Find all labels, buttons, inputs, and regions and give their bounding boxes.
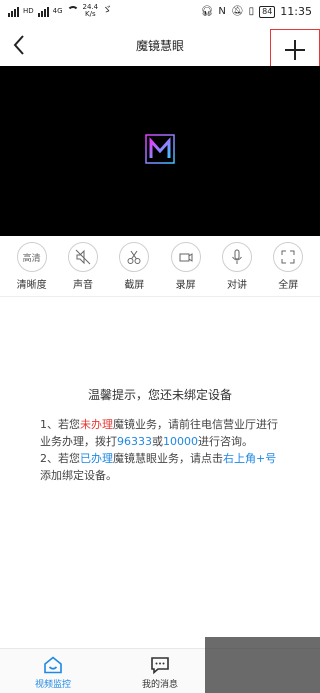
tab-my-messages-label: 我的消息: [141, 680, 178, 690]
nfc-icon: N: [218, 5, 226, 17]
tab-video-monitor-label: 视频监控: [34, 680, 71, 690]
notice-text: 进行咨询。: [198, 435, 253, 448]
status-left: HD 4G 24.4 K/s ゞ: [8, 4, 112, 18]
headphones-icon: 🎧︎: [200, 5, 214, 17]
home-icon: [44, 656, 62, 674]
sound-label: 声音: [72, 280, 93, 291]
vibrate-icon: ▯: [248, 5, 255, 17]
clarity-icon-text: 高清: [22, 253, 41, 264]
app-logo-icon: [145, 134, 175, 164]
clarity-icon: 高清: [16, 242, 47, 272]
intercom-control[interactable]: 对讲: [211, 242, 262, 292]
top-right-plus-hint: 右上角+号: [223, 452, 277, 465]
microphone-icon: [221, 242, 252, 272]
signal-icon-2: [37, 5, 49, 17]
player-controls: 高清 清晰度 声音 截屏 录屏 对讲 全屏: [0, 242, 320, 292]
camera-icon: [170, 242, 201, 272]
app-notification-icon: ゞ: [102, 5, 113, 16]
sound-control[interactable]: 声音: [57, 242, 108, 292]
wifi-icon: [66, 6, 79, 16]
fullscreen-control[interactable]: 全屏: [263, 242, 314, 292]
fullscreen-icon: [273, 242, 304, 272]
notice-text: 或: [152, 435, 163, 448]
video-player[interactable]: [0, 66, 320, 236]
notice-title: 温馨提示，您还未绑定设备: [87, 388, 232, 402]
status-right: 🎧︎ N 🔕︎ ▯ 84 11:35: [201, 5, 312, 18]
speed-unit: K/s: [85, 10, 96, 18]
status-bar: HD 4G 24.4 K/s ゞ 🎧︎ N 🔕︎ ▯ 84 11:35: [0, 0, 320, 24]
notice-text: 2、若您: [40, 452, 80, 465]
network-label-2: 4G: [52, 7, 63, 15]
hotline-96333-link[interactable]: 96333: [117, 435, 152, 448]
screenshot-label: 截屏: [124, 280, 145, 291]
mute-icon: 🔕︎: [230, 5, 244, 17]
fullscreen-label: 全屏: [278, 280, 299, 291]
clarity-label: 清晰度: [16, 280, 47, 291]
plus-icon: [285, 40, 305, 60]
hotline-10000-link[interactable]: 10000: [163, 435, 198, 448]
notice-paragraph-1: 1、若您未办理魔镜业务，请前往电信营业厅进行业务办理，拨打96333或10000…: [40, 416, 282, 450]
message-icon: [151, 657, 169, 674]
not-handled-highlight: 未办理: [80, 418, 113, 431]
notice-text: 添加绑定设备。: [40, 469, 117, 482]
notice-text: 1、若您: [40, 418, 80, 431]
notice-body: 1、若您未办理魔镜业务，请前往电信营业厅进行业务办理，拨打96333或10000…: [40, 416, 282, 484]
section-divider: [0, 296, 320, 297]
speaker-muted-icon: [67, 242, 98, 272]
add-device-button[interactable]: [270, 29, 320, 71]
record-control[interactable]: 录屏: [160, 242, 211, 292]
tab-video-monitor[interactable]: 视频监控: [23, 656, 83, 690]
battery-icon: 84: [259, 5, 276, 18]
tab-my-messages[interactable]: 我的消息: [130, 656, 190, 690]
record-label: 录屏: [175, 280, 196, 291]
notice-paragraph-2: 2、若您已办理魔镜慧眼业务，请点击右上角+号添加绑定设备。: [40, 450, 282, 484]
network-label-1: HD: [23, 7, 34, 15]
signal-icon: [8, 5, 19, 17]
network-speed: 24.4 K/s: [83, 4, 99, 18]
scissors-icon: [119, 242, 150, 272]
handled-highlight: 已办理: [80, 452, 113, 465]
intercom-label: 对讲: [226, 280, 247, 291]
notice-text: 魔镜慧眼业务，请点击: [113, 452, 223, 465]
clock: 11:35: [280, 5, 312, 18]
clarity-control[interactable]: 高清 清晰度: [6, 242, 57, 292]
screenshot-control[interactable]: 截屏: [109, 242, 160, 292]
dimmed-overlay: [205, 637, 320, 693]
